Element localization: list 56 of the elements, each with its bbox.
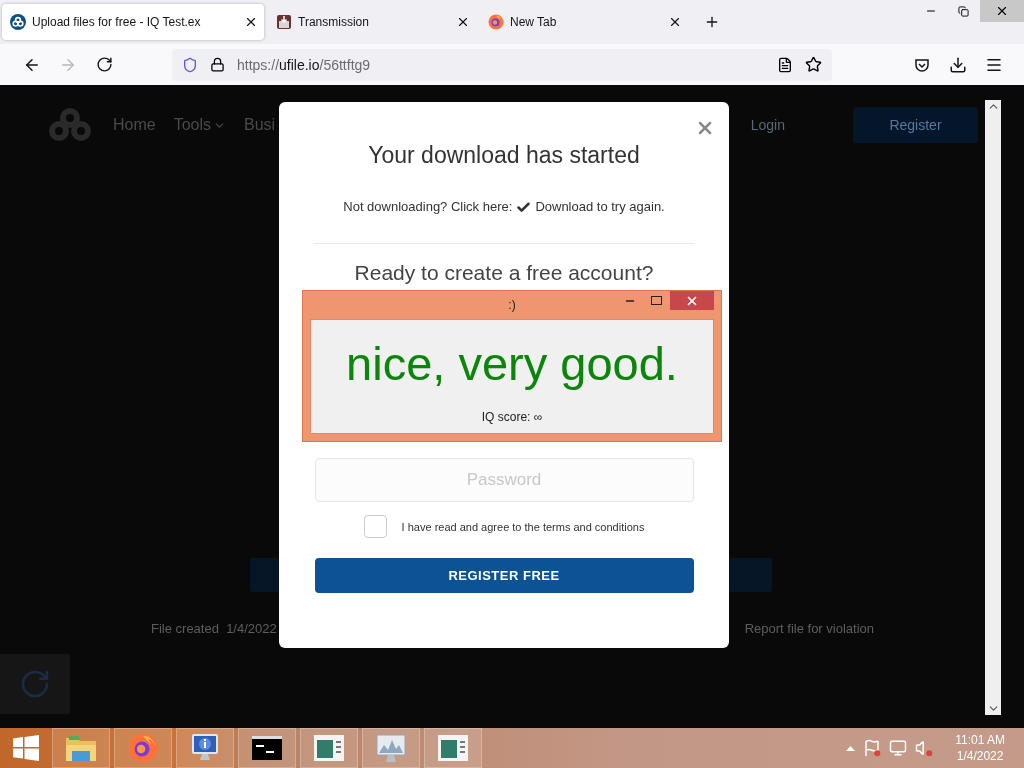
speaker-icon[interactable] <box>915 739 934 757</box>
taskbar-button[interactable] <box>238 728 296 768</box>
terms-label: I have read and agree to the terms and conditions <box>401 520 645 533</box>
browser-tab[interactable]: Upload files for free - IQ Test.ex <box>2 4 264 40</box>
check-icon <box>516 199 532 215</box>
pocket-icon[interactable] <box>914 56 930 73</box>
app-window-icon <box>438 735 468 761</box>
caret-icon[interactable] <box>846 745 856 751</box>
windows-logo-icon[interactable] <box>13 735 39 761</box>
register-button[interactable]: Register <box>853 107 978 143</box>
close-icon[interactable] <box>668 15 682 29</box>
shield-icon[interactable] <box>182 56 198 73</box>
restore-icon[interactable] <box>958 5 969 17</box>
scrollbar[interactable] <box>985 100 1001 715</box>
dialog-title: Your download has started <box>368 141 640 170</box>
browser-tab[interactable]: New Tab <box>480 4 688 40</box>
close-icon <box>995 4 1009 18</box>
download-icon[interactable] <box>949 55 967 74</box>
box-icon <box>276 14 292 30</box>
browser-tab[interactable]: Transmission <box>268 4 476 40</box>
reload-icon[interactable] <box>95 56 113 73</box>
clock[interactable]: 11:01 AM 1/4/2022 <box>955 732 1005 764</box>
network-icon[interactable] <box>889 739 908 757</box>
reader-view-icon[interactable] <box>777 56 793 73</box>
close-button[interactable] <box>670 291 714 310</box>
retry-text: Not downloading? Click here: <box>343 198 513 216</box>
close-button[interactable] <box>980 0 1024 22</box>
retry-link[interactable]: Download to try again. <box>535 198 665 216</box>
account-heading: Ready to create a free account? <box>354 260 654 286</box>
close-icon[interactable] <box>244 15 258 29</box>
flag-icon[interactable] <box>863 739 882 757</box>
console-icon <box>252 736 282 760</box>
close-icon[interactable] <box>456 15 470 29</box>
new-tab-icon[interactable] <box>704 14 720 30</box>
message-text: nice, very good. <box>346 336 678 392</box>
window-title: :) <box>507 298 517 312</box>
star-icon[interactable] <box>805 56 822 73</box>
login-link[interactable]: Login <box>750 117 785 133</box>
refresh-icon <box>19 668 51 700</box>
terms-checkbox[interactable] <box>363 515 387 538</box>
nav-link[interactable]: Tools <box>173 116 212 134</box>
maximize-icon[interactable] <box>651 296 662 305</box>
folder-icon <box>65 734 97 762</box>
cloud-logo-icon <box>10 14 26 30</box>
firefox-icon <box>488 14 504 30</box>
firefox-icon <box>128 733 158 763</box>
address-bar[interactable]: https://ufile.io/56ttftg9 <box>172 48 832 81</box>
nav-link[interactable]: Home <box>113 116 156 134</box>
score-text: IQ score: ∞ <box>481 410 543 424</box>
nav-link[interactable]: Busi <box>244 116 276 134</box>
register-free-button[interactable]: REGISTER FREE <box>314 558 694 593</box>
app-window-icon <box>314 735 344 761</box>
lock-icon[interactable] <box>210 57 225 72</box>
report-link[interactable]: Report file for violation <box>744 621 874 636</box>
chart-monitor-icon <box>375 733 407 763</box>
file-created-text: File created 1/4/2022 <box>151 621 277 636</box>
